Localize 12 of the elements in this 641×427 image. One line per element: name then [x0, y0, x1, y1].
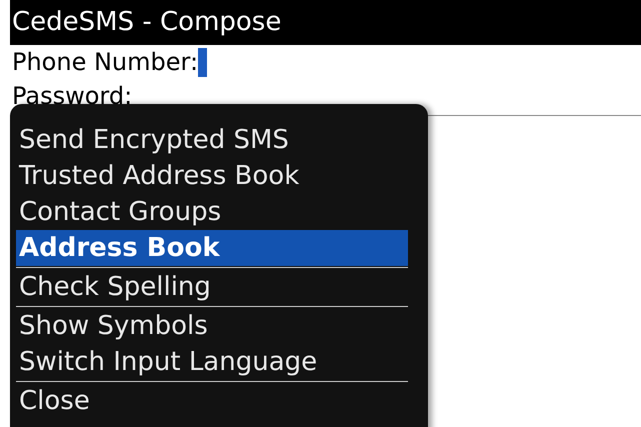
- window-title: CedeSMS - Compose: [10, 0, 641, 45]
- text-cursor[interactable]: [198, 48, 208, 76]
- menu-item[interactable]: Trusted Address Book: [16, 158, 408, 194]
- menu-item[interactable]: Check Spelling: [16, 269, 408, 305]
- menu-item[interactable]: Close: [16, 383, 408, 419]
- menu-item[interactable]: Switch Input Language: [16, 344, 408, 380]
- menu-item[interactable]: Contact Groups: [16, 194, 408, 230]
- menu-item[interactable]: Show Symbols: [16, 308, 408, 344]
- field-label: Password:: [12, 82, 132, 110]
- field-label: Phone Number:: [12, 48, 198, 76]
- menu-item[interactable]: Address Book: [16, 230, 408, 266]
- menu-item[interactable]: Send Encrypted SMS: [16, 122, 408, 158]
